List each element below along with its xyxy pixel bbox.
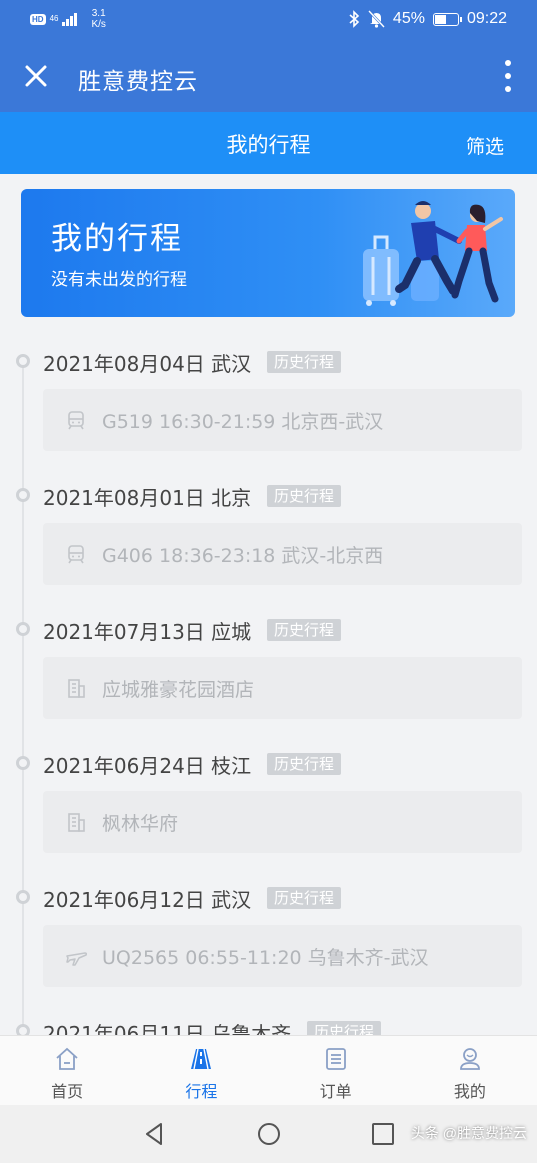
clock: 09:22 xyxy=(466,10,507,27)
trip-item[interactable]: 2021年06月11日 乌鲁木齐 历史行程 xyxy=(0,1010,537,1035)
app-bar: 胜意费控云 xyxy=(0,40,537,112)
timeline-dot xyxy=(16,890,30,904)
history-tag: 历史行程 xyxy=(267,351,342,373)
trip-detail: G519 16:30-21:59 北京西-武汉 xyxy=(102,411,384,433)
timeline-dot xyxy=(16,622,30,636)
trip-date: 2021年08月04日 xyxy=(43,352,205,376)
profile-icon xyxy=(459,1048,480,1070)
trip-date: 2021年08月01日 xyxy=(43,486,205,510)
nav-item-trips[interactable]: 行程 xyxy=(134,1036,268,1105)
nav-label: 首页 xyxy=(51,1082,84,1101)
trip-card[interactable]: UQ2565 06:55-11:20 乌鲁木齐-武汉 xyxy=(43,925,522,987)
trip-date-city: 2021年08月01日 北京 xyxy=(43,482,251,511)
trip-city: 乌鲁木齐 xyxy=(211,1022,292,1035)
trip-date-city: 2021年06月11日 乌鲁木齐 xyxy=(43,1018,291,1035)
trip-date: 2021年06月12日 xyxy=(43,888,205,912)
trip-date-city: 2021年07月13日 应城 xyxy=(43,616,251,645)
trip-date: 2021年06月11日 xyxy=(43,1022,205,1035)
speed-unit: K/s xyxy=(91,19,106,30)
timeline-dot xyxy=(16,488,30,502)
trip-date-city: 2021年06月24日 枝江 xyxy=(43,750,251,779)
trip-date: 2021年06月24日 xyxy=(43,754,205,778)
trip-timeline: 2021年08月04日 武汉 历史行程 G519 16:30-21:59 北京西-武… xyxy=(0,340,537,1035)
trip-card[interactable]: 应城雅豪花园酒店 xyxy=(43,657,522,719)
history-tag: 历史行程 xyxy=(267,619,342,641)
trip-city: 武汉 xyxy=(211,352,252,376)
banner-title: 我的行程 xyxy=(51,221,183,257)
battery-percent: 45% xyxy=(392,10,425,27)
trip-item[interactable]: 2021年06月12日 武汉 历史行程 UQ2565 06:55-11:20 乌鲁木… xyxy=(0,876,537,1010)
hotel-icon xyxy=(68,813,85,832)
nav-label: 订单 xyxy=(319,1082,352,1101)
more-vertical-icon[interactable] xyxy=(501,56,515,96)
network-type: 46 xyxy=(49,14,59,23)
history-tag: 历史行程 xyxy=(307,1021,382,1035)
trip-date-city: 2021年08月04日 武汉 xyxy=(43,348,251,377)
status-bar: HD 46 3.1 K/s 45% 09:22 xyxy=(0,0,537,40)
history-tag: 历史行程 xyxy=(267,887,342,909)
network-speed: 3.1 K/s xyxy=(91,8,105,30)
status-left: HD 46 3.1 K/s xyxy=(30,8,106,30)
trip-card[interactable]: 枫林华府 xyxy=(43,791,522,853)
history-tag: 历史行程 xyxy=(267,485,342,507)
trip-card[interactable]: G519 16:30-21:59 北京西-武汉 xyxy=(43,389,522,451)
battery-level xyxy=(434,14,446,24)
battery-icon xyxy=(432,12,462,26)
nav-item-mine[interactable]: 我的 xyxy=(403,1036,537,1105)
recents-icon[interactable] xyxy=(370,1121,396,1147)
trip-detail: UQ2565 06:55-11:20 乌鲁木齐-武汉 xyxy=(102,947,429,969)
back-icon[interactable] xyxy=(142,1121,168,1147)
watermark: 头条 @胜意费控云 xyxy=(410,1125,527,1141)
trip-banner: 我的行程 没有未出发的行程 xyxy=(21,189,515,317)
page-header: 我的行程 筛选 xyxy=(0,112,537,174)
plane-icon xyxy=(66,952,87,966)
trip-city: 武汉 xyxy=(211,888,252,912)
speed-value: 3.1 xyxy=(91,8,106,19)
signal-icon xyxy=(62,12,78,26)
timeline-dot xyxy=(16,354,30,368)
order-list-icon xyxy=(325,1048,346,1070)
train-icon xyxy=(68,545,84,564)
system-nav-bar: 头条 @胜意费控云 xyxy=(0,1105,537,1163)
nav-item-orders[interactable]: 订单 xyxy=(269,1036,403,1105)
status-right: 45% 09:22 xyxy=(348,10,507,28)
home-icon xyxy=(56,1047,78,1070)
timeline-dot xyxy=(16,756,30,770)
hd-badge: HD xyxy=(30,13,46,25)
trip-date-city: 2021年06月12日 武汉 xyxy=(43,884,251,913)
trip-detail: G406 18:36-23:18 武汉-北京西 xyxy=(102,545,384,567)
banner-subtitle: 没有未出发的行程 xyxy=(51,270,187,290)
travelers-illustration xyxy=(363,201,503,306)
nav-label: 行程 xyxy=(185,1082,218,1101)
bottom-nav: 首页 行程 订单 我的 xyxy=(0,1035,537,1105)
trip-city: 应城 xyxy=(211,620,252,644)
page-title: 我的行程 xyxy=(226,133,311,157)
trip-city: 北京 xyxy=(211,486,252,510)
filter-button[interactable]: 筛选 xyxy=(466,132,504,159)
mute-bell-icon xyxy=(367,10,385,28)
trip-item[interactable]: 2021年08月04日 武汉 历史行程 G519 16:30-21:59 北京西-武… xyxy=(0,340,537,474)
train-icon xyxy=(68,411,84,430)
trip-card[interactable]: G406 18:36-23:18 武汉-北京西 xyxy=(43,523,522,585)
trip-item[interactable]: 2021年06月24日 枝江 历史行程枫林华府 xyxy=(0,742,537,876)
home-circle-icon[interactable] xyxy=(256,1121,282,1147)
trip-item[interactable]: 2021年08月01日 北京 历史行程 G406 18:36-23:18 武汉-北京… xyxy=(0,474,537,608)
trip-detail: 应城雅豪花园酒店 xyxy=(102,679,255,701)
trip-city: 枝江 xyxy=(211,754,252,778)
trip-road-icon xyxy=(191,1048,212,1070)
app-title: 胜意费控云 xyxy=(78,69,198,95)
history-tag: 历史行程 xyxy=(267,753,342,775)
trip-detail: 枫林华府 xyxy=(102,813,179,835)
hotel-icon xyxy=(68,679,85,698)
nav-item-home[interactable]: 首页 xyxy=(0,1036,134,1105)
trip-date: 2021年07月13日 xyxy=(43,620,205,644)
nav-label: 我的 xyxy=(453,1082,486,1101)
trip-item[interactable]: 2021年07月13日 应城 历史行程应城雅豪花园酒店 xyxy=(0,608,537,742)
close-icon[interactable] xyxy=(18,58,54,94)
timeline-dot xyxy=(16,1024,30,1035)
bluetooth-icon xyxy=(349,10,360,28)
